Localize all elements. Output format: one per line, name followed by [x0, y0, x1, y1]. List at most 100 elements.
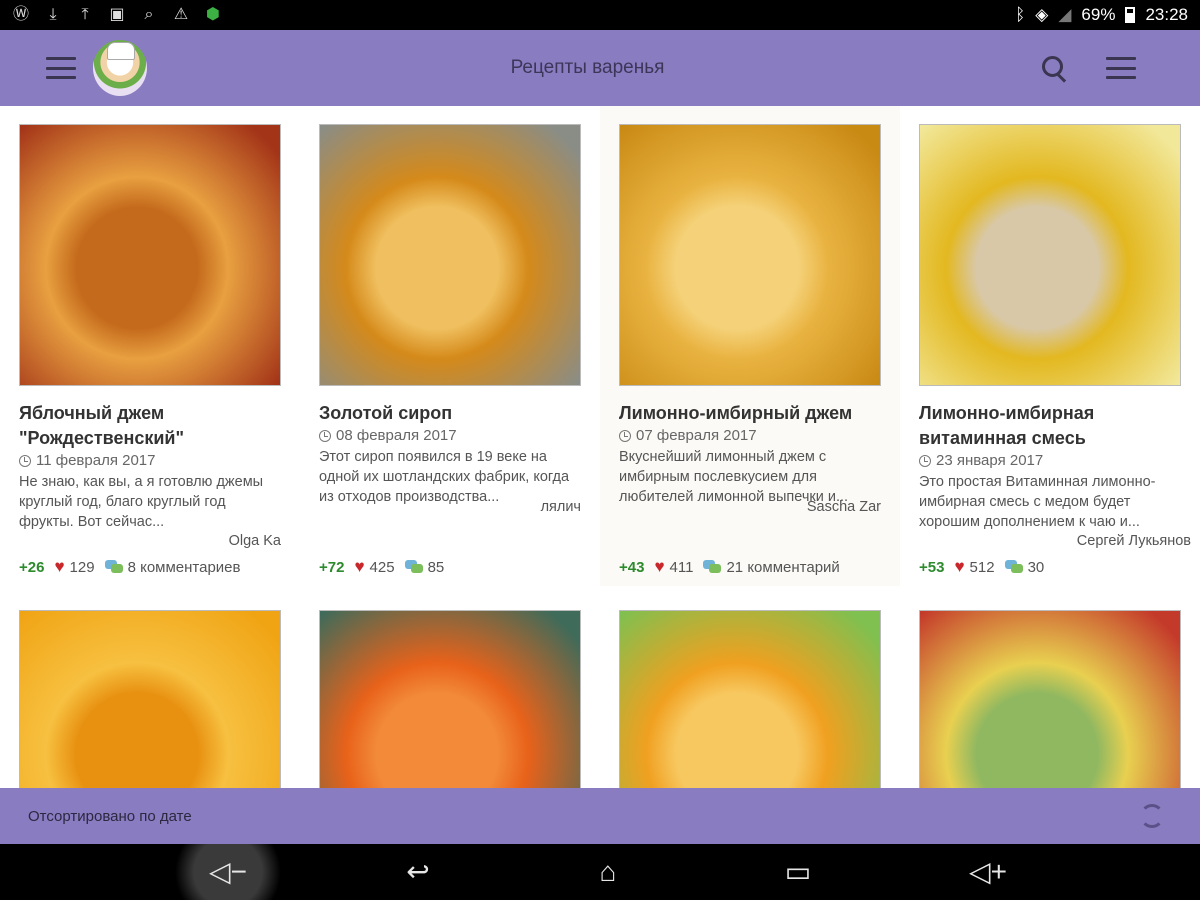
rating-score: +53: [919, 558, 945, 576]
system-nav-bar: ◁− ↩ ⌂ ▭ ◁+: [0, 844, 1200, 900]
recipe-card[interactable]: [900, 592, 1200, 788]
system-icons: ᛒ ◈ ◢ 69% 23:28: [1015, 5, 1188, 25]
comments-count: 21 комментарий: [726, 558, 840, 576]
page-title: Рецепты варенья: [510, 57, 665, 78]
recipe-card[interactable]: [0, 592, 300, 788]
likes[interactable]: ♥ 129: [54, 557, 94, 577]
warning-icon: ⚠: [173, 6, 189, 23]
comments-count: 8 комментариев: [127, 558, 241, 576]
recipe-image[interactable]: [19, 124, 281, 386]
recipe-date: 07 февраля 2017: [619, 427, 881, 444]
recipe-title[interactable]: Яблочный джем "Рождественский": [19, 401, 281, 451]
recipe-card[interactable]: Лимонно-имбирная витаминная смесь 23 янв…: [900, 106, 1200, 586]
recipe-image[interactable]: [319, 610, 581, 788]
clock-icon: [319, 429, 331, 442]
recipe-stats: +53 ♥ 512 30: [919, 556, 1044, 578]
comment-icon: [104, 560, 123, 574]
volume-down-icon[interactable]: ◁−: [158, 844, 298, 900]
recipe-stats: +26 ♥ 129 8 комментариев: [19, 556, 241, 578]
recipe-title[interactable]: Лимонно-имбирный джем: [619, 401, 881, 426]
overflow-menu-icon[interactable]: [1106, 57, 1136, 79]
recipe-date-text: 08 февраля 2017: [336, 427, 457, 444]
clock-time: 23:28: [1145, 5, 1188, 24]
heart-icon: ♥: [654, 557, 665, 576]
recipe-image[interactable]: [619, 610, 881, 788]
battery-icon: [1125, 7, 1136, 23]
recipe-grid: Яблочный джем "Рождественский" 11 феврал…: [0, 106, 1200, 788]
wordpress-icon: Ⓦ: [12, 6, 29, 23]
rating-score: +43: [619, 558, 645, 576]
likes[interactable]: ♥ 411: [654, 557, 693, 577]
likes[interactable]: ♥ 512: [954, 557, 994, 577]
recipe-description: Не знаю, как вы, а я готовлю джемы кругл…: [19, 474, 264, 530]
home-icon[interactable]: ⌂: [568, 852, 648, 892]
search-notification-icon: ⌕: [144, 6, 154, 23]
recipe-stats: +72 ♥ 425 85: [319, 556, 444, 578]
shield-icon: ⬢: [206, 6, 220, 23]
comments[interactable]: 30: [1004, 558, 1045, 576]
recipe-author[interactable]: Olga Ka: [19, 533, 281, 553]
recipe-date-text: 23 января 2017: [936, 452, 1044, 469]
comments[interactable]: 8 комментариев: [104, 558, 241, 576]
recipe-stats: +43 ♥ 411 21 комментарий: [619, 556, 840, 578]
recipe-date-text: 07 февраля 2017: [636, 427, 757, 444]
recipe-card[interactable]: Лимонно-имбирный джем 07 февраля 2017 Вк…: [600, 106, 900, 586]
image-icon: ▣: [109, 6, 125, 23]
likes-count: 411: [669, 558, 694, 576]
recipe-card[interactable]: [300, 592, 600, 788]
notification-icons: Ⓦ ⤓ ⤒ ▣ ⌕ ⚠ ⬢: [12, 6, 222, 24]
recipe-description: Этот сироп появился в 19 веке на одной и…: [319, 449, 570, 505]
recipe-image[interactable]: [919, 124, 1181, 386]
recipe-card[interactable]: Золотой сироп 08 февраля 2017 Этот сироп…: [300, 106, 600, 586]
sort-label[interactable]: Отсортировано по дате: [28, 808, 192, 825]
recipe-date: 23 января 2017: [919, 452, 1181, 469]
battery-percent: 69%: [1081, 5, 1116, 24]
search-icon[interactable]: [1042, 56, 1068, 82]
comments-count: 30: [1027, 558, 1045, 576]
bluetooth-icon: ᛒ: [1015, 5, 1026, 24]
status-bar: Ⓦ ⤓ ⤒ ▣ ⌕ ⚠ ⬢ ᛒ ◈ ◢ 69% 23:28: [0, 0, 1200, 30]
recipe-date: 11 февраля 2017: [19, 452, 281, 469]
back-icon[interactable]: ↩: [378, 852, 458, 892]
rating-score: +26: [19, 558, 45, 576]
comment-icon: [703, 560, 722, 574]
heart-icon: ♥: [954, 557, 965, 576]
signal-icon: ◢: [1058, 5, 1072, 24]
likes-count: 129: [69, 558, 95, 576]
heart-icon: ♥: [54, 557, 65, 576]
sort-bar: Отсортировано по дате: [0, 788, 1200, 844]
comment-icon: [1004, 560, 1023, 574]
comments-count: 85: [427, 558, 445, 576]
heart-icon: ♥: [354, 557, 365, 576]
comment-icon: [404, 560, 423, 574]
upload-icon: ⤒: [81, 6, 89, 23]
recipe-date-text: 11 февраля 2017: [36, 452, 156, 469]
recipe-description: Вкуснейший лимонный джем с имбирным посл…: [619, 449, 849, 505]
recent-apps-icon[interactable]: ▭: [758, 852, 838, 892]
recipe-image[interactable]: [19, 610, 281, 788]
recipe-image[interactable]: [319, 124, 581, 386]
recipe-title[interactable]: Лимонно-имбирная витаминная смесь: [919, 401, 1181, 451]
likes[interactable]: ♥ 425: [354, 557, 394, 577]
recipe-date: 08 февраля 2017: [319, 427, 581, 444]
rating-score: +72: [319, 558, 345, 576]
clock-icon: [919, 454, 931, 467]
recipe-card[interactable]: Яблочный джем "Рождественский" 11 феврал…: [0, 106, 300, 586]
clock-icon: [19, 454, 31, 467]
app-bar: Рецепты варенья: [0, 30, 1200, 106]
wifi-icon: ◈: [1035, 5, 1049, 24]
volume-up-icon[interactable]: ◁+: [948, 852, 1028, 892]
recipe-image[interactable]: [619, 124, 881, 386]
recipe-author[interactable]: Сергей Лукьянов: [919, 533, 1191, 553]
recipe-card[interactable]: [600, 592, 900, 788]
clock-icon: [619, 429, 631, 442]
refresh-icon[interactable]: [1140, 804, 1164, 828]
recipe-title[interactable]: Золотой сироп: [319, 401, 581, 426]
recipe-image[interactable]: [919, 610, 1181, 788]
recipe-description: Это простая Витаминная лимонно-имбирная …: [919, 474, 1156, 530]
download-icon: ⤓: [49, 6, 57, 23]
comments[interactable]: 21 комментарий: [703, 558, 840, 576]
comments[interactable]: 85: [404, 558, 445, 576]
likes-count: 512: [969, 558, 995, 576]
likes-count: 425: [369, 558, 395, 576]
